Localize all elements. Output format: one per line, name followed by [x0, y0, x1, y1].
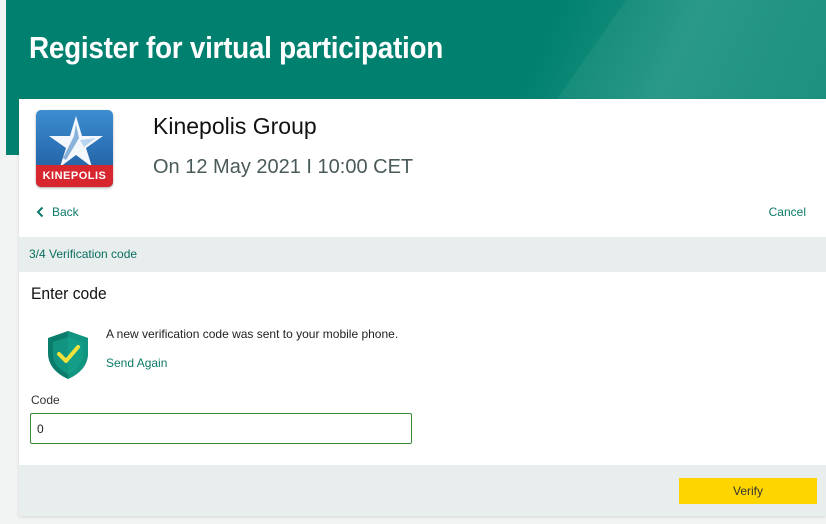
page-title: Register for virtual participation	[29, 30, 444, 65]
logo-wordmark: KINEPOLIS	[36, 165, 113, 187]
form-footer: Verify	[19, 465, 826, 516]
shield-check-icon	[48, 331, 88, 379]
back-link[interactable]: Back	[36, 205, 79, 219]
code-label: Code	[31, 393, 60, 407]
company-name: Kinepolis Group	[153, 113, 317, 139]
cancel-link[interactable]: Cancel	[769, 205, 806, 219]
kinepolis-logo: KINEPOLIS	[36, 110, 113, 187]
verify-button[interactable]: Verify	[679, 478, 817, 504]
chevron-left-icon	[36, 206, 44, 218]
registration-card: KINEPOLIS Kinepolis Group On 12 May 2021…	[19, 99, 826, 516]
form-heading: Enter code	[31, 284, 107, 303]
code-input[interactable]	[30, 413, 412, 444]
send-again-link[interactable]: Send Again	[106, 356, 167, 370]
back-label: Back	[52, 205, 79, 219]
event-date: On 12 May 2021 I 10:00 CET	[153, 156, 414, 178]
verification-message: A new verification code was sent to your…	[106, 327, 399, 341]
step-indicator: 3/4 Verification code	[19, 237, 826, 272]
